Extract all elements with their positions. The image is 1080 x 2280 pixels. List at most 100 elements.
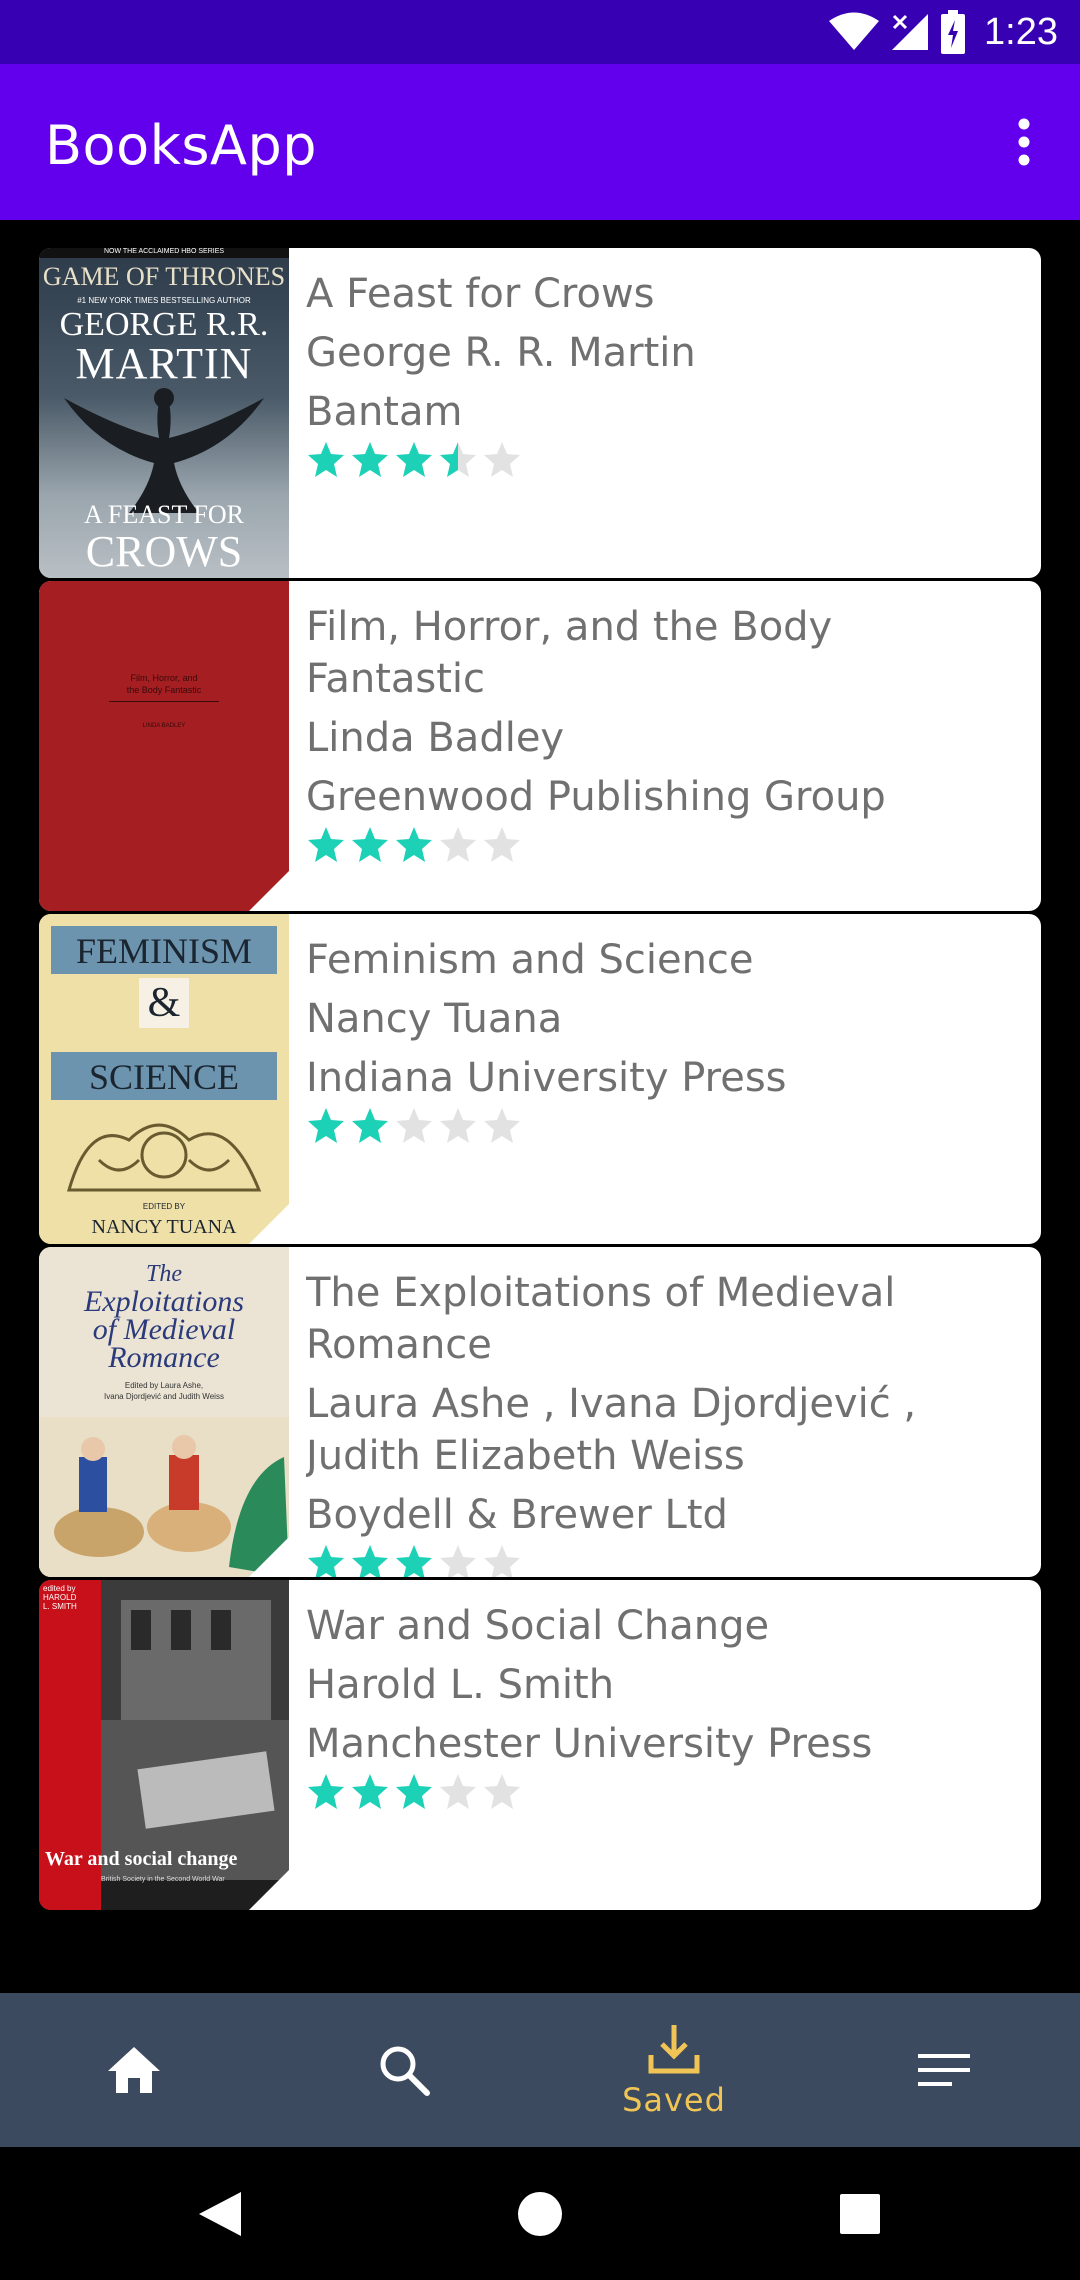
- status-bar: 1:23: [0, 0, 1080, 64]
- cover-text: Romance: [108, 1341, 220, 1374]
- overflow-menu-button[interactable]: [994, 112, 1054, 172]
- cover-text: &: [139, 978, 189, 1028]
- rating-star: [482, 440, 522, 480]
- rating-star: [306, 825, 346, 865]
- nav-saved-label: Saved: [622, 2081, 726, 2119]
- rating-star: [394, 1543, 434, 1577]
- cover-text: Edited by Laura Ashe,: [124, 1381, 204, 1390]
- book-cover: NOW THE ACCLAIMED HBO SERIES GAME OF THR…: [39, 248, 289, 578]
- book-info: The Exploitations of Medieval Romance La…: [306, 1267, 1021, 1577]
- book-list[interactable]: NOW THE ACCLAIMED HBO SERIES GAME OF THR…: [39, 248, 1041, 1913]
- cover-text: Ivana Djordjević and Judith Weiss: [104, 1392, 224, 1401]
- rating-star: [482, 1106, 522, 1146]
- cover-text: War and social change: [45, 1848, 238, 1870]
- cover-text: edited by: [43, 1584, 76, 1593]
- cover-text: Film, Horror, and: [130, 673, 198, 683]
- book-authors: Laura Ashe , Ivana Djordjević , Judith E…: [306, 1381, 917, 1479]
- rating-bar: [306, 823, 1021, 867]
- book-title: War and Social Change: [306, 1603, 770, 1649]
- cover-text: NOW THE ACCLAIMED HBO SERIES: [103, 248, 225, 255]
- rating-star: [394, 825, 434, 865]
- book-cover: Film, Horror, and the Body Fantastic LIN…: [39, 581, 289, 911]
- rating-star: [482, 1543, 522, 1577]
- rating-star: [350, 440, 390, 480]
- battery-icon: [940, 10, 966, 54]
- book-card[interactable]: FEMINISM & SCIENCE EDITED BY NANCY TUANA…: [39, 914, 1041, 1244]
- page-curl: [249, 871, 289, 911]
- book-card[interactable]: edited by HAROLD L. SMITH War and social…: [39, 1580, 1041, 1910]
- book-title: A Feast for Crows: [306, 271, 655, 317]
- more-vert-icon: [1018, 118, 1030, 166]
- wifi-icon: [828, 12, 880, 52]
- app-title: BooksApp: [45, 114, 318, 177]
- book-authors: Nancy Tuana: [306, 996, 563, 1042]
- nav-home[interactable]: [24, 1993, 244, 2147]
- rating-star: [438, 1106, 478, 1146]
- book-card[interactable]: The Exploitations of Medieval Romance Ed…: [39, 1247, 1041, 1577]
- engraving-illustration: [67, 1123, 262, 1192]
- book-cover: FEMINISM & SCIENCE EDITED BY NANCY TUANA: [39, 914, 289, 1244]
- rating-star: [350, 1772, 390, 1812]
- book-info: Feminism and Science Nancy Tuana Indiana…: [306, 934, 1021, 1244]
- signal-icon: [890, 12, 930, 52]
- rating-bar: [306, 438, 1021, 482]
- rating-star: [438, 1772, 478, 1812]
- crow-illustration: [64, 388, 264, 513]
- rating-star: [350, 1543, 390, 1577]
- book-publisher: Boydell & Brewer Ltd: [306, 1492, 728, 1538]
- menu-icon: [918, 2054, 970, 2086]
- book-publisher: Bantam: [306, 389, 463, 435]
- book-info: A Feast for Crows George R. R. Martin Ba…: [306, 268, 1021, 578]
- cover-text: L. SMITH: [43, 1602, 77, 1611]
- rating-star: [394, 1772, 434, 1812]
- rating-star: [482, 1772, 522, 1812]
- back-icon: [199, 2191, 241, 2236]
- book-authors: Harold L. Smith: [306, 1662, 615, 1708]
- home-button[interactable]: [480, 2147, 600, 2280]
- status-icons: 1:23: [828, 8, 1058, 56]
- cover-text: British Society in the Second World War: [101, 1876, 225, 1883]
- download-icon: [648, 2025, 700, 2074]
- book-authors: George R. R. Martin: [306, 330, 696, 376]
- book-publisher: Greenwood Publishing Group: [306, 774, 886, 820]
- bottom-navigation: Saved: [0, 1993, 1080, 2147]
- rating-star: [350, 1106, 390, 1146]
- cover-text: #1 NEW YORK TIMES BESTSELLING AUTHOR: [77, 296, 251, 305]
- nav-menu[interactable]: [834, 1993, 1054, 2147]
- rating-star: [306, 1543, 346, 1577]
- rating-bar: [306, 1770, 1021, 1814]
- rating-star: [394, 440, 434, 480]
- book-info: War and Social Change Harold L. Smith Ma…: [306, 1600, 1021, 1910]
- book-publisher: Indiana University Press: [306, 1055, 787, 1101]
- book-authors: Linda Badley: [306, 715, 565, 761]
- book-card[interactable]: Film, Horror, and the Body Fantastic LIN…: [39, 581, 1041, 911]
- rating-star: [394, 1106, 434, 1146]
- cover-text: CROWS: [85, 527, 243, 576]
- book-cover: The Exploitations of Medieval Romance Ed…: [39, 1247, 289, 1577]
- rating-bar: [306, 1541, 1021, 1577]
- recents-button[interactable]: [800, 2147, 920, 2280]
- cover-text: The: [146, 1261, 182, 1287]
- cover-text: the Body Fantastic: [126, 685, 202, 695]
- page-curl: [249, 1204, 289, 1244]
- home-circle-icon: [518, 2191, 562, 2236]
- rating-star: [438, 440, 478, 480]
- rating-star: [438, 1543, 478, 1577]
- rating-star: [306, 1106, 346, 1146]
- clock: 1:23: [984, 10, 1058, 53]
- rating-star: [306, 440, 346, 480]
- nav-saved[interactable]: Saved: [564, 1993, 784, 2147]
- back-button[interactable]: [160, 2147, 280, 2280]
- page-curl: [249, 1870, 289, 1910]
- book-title: Feminism and Science: [306, 937, 754, 983]
- cover-text: LINDA BADLEY: [142, 723, 186, 729]
- book-title: Film, Horror, and the Body Fantastic: [306, 604, 833, 702]
- cover-text: FEMINISM: [75, 931, 253, 971]
- rating-star: [306, 1772, 346, 1812]
- nav-search[interactable]: [294, 1993, 514, 2147]
- rating-star: [350, 825, 390, 865]
- page-curl: [249, 1537, 289, 1577]
- cover-text: HAROLD: [43, 1593, 77, 1602]
- book-card[interactable]: NOW THE ACCLAIMED HBO SERIES GAME OF THR…: [39, 248, 1041, 578]
- book-info: Film, Horror, and the Body Fantastic Lin…: [306, 601, 1021, 911]
